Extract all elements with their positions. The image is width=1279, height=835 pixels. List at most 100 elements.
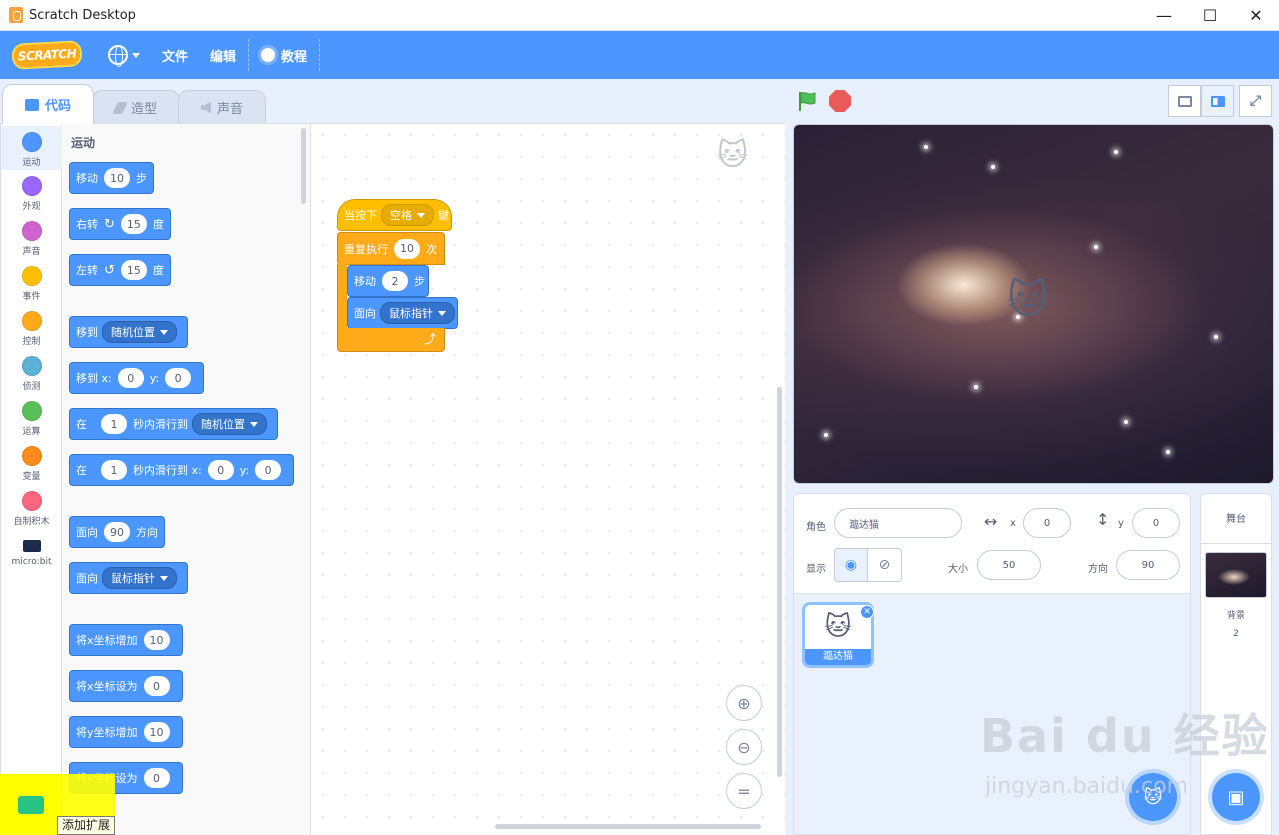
script-move-steps[interactable]: 移动 2 步 [347, 265, 429, 297]
block-point-direction[interactable]: 面向 90 方向 [69, 516, 165, 548]
close-button[interactable]: ✕ [1233, 0, 1279, 31]
tab-code[interactable]: 代码 [2, 84, 95, 124]
star [991, 165, 995, 169]
size-input[interactable]: 50 [977, 550, 1041, 580]
tab-sounds[interactable]: 声音 [178, 90, 267, 124]
palette-section-title: 运动 [71, 136, 96, 150]
looks-dot-icon [21, 176, 42, 196]
script-point-towards[interactable]: 面向 鼠标指针 [347, 297, 458, 329]
block-change-y[interactable]: 将y坐标增加 10 [69, 716, 183, 748]
x-input[interactable]: 0 [117, 368, 144, 388]
edit-menu[interactable]: 编辑 [200, 31, 248, 79]
category-my-blocks[interactable]: 自制积木 [1, 491, 62, 527]
block-text: 移动 [354, 275, 376, 288]
repeat-count-input[interactable]: 10 [394, 238, 420, 259]
show-sprite-button[interactable]: ◉ [834, 548, 868, 582]
scratch-logo[interactable]: SCRATCH [11, 40, 83, 70]
seconds-input[interactable]: 1 [101, 460, 127, 480]
delete-sprite-icon[interactable]: ✕ [860, 605, 874, 619]
steps-input[interactable]: 2 [382, 271, 408, 291]
glide-target-dropdown[interactable]: 随机位置 [192, 413, 267, 435]
maximize-button[interactable]: ☐ [1187, 0, 1233, 31]
fullscreen-button[interactable]: ⤢ [1239, 85, 1272, 117]
category-control[interactable]: 控制 [1, 311, 62, 347]
category-events[interactable]: 事件 [1, 266, 62, 302]
green-flag-icon[interactable] [796, 90, 818, 112]
block-text: 在 [76, 418, 87, 431]
choose-backdrop-button[interactable]: ▣ [1212, 773, 1260, 821]
zoom-reset-button[interactable]: = [726, 773, 762, 809]
editor-tabs: 代码 造型 声音 [0, 79, 267, 124]
category-looks[interactable]: 外观 [1, 176, 62, 212]
tab-costumes[interactable]: 造型 [92, 90, 181, 124]
y-set-input[interactable]: 0 [143, 768, 170, 788]
x-input[interactable]: 0 [1023, 508, 1071, 538]
zoom-out-button[interactable]: ⊖ [726, 729, 762, 765]
x-input[interactable]: 0 [207, 460, 234, 480]
motion-dot-icon [21, 132, 42, 152]
steps-input[interactable]: 10 [104, 168, 130, 188]
divider [1201, 543, 1271, 544]
direction-label: 方向 [1088, 564, 1108, 575]
direction-input[interactable]: 90 [1116, 550, 1180, 580]
category-sensing[interactable]: 侦测 [1, 356, 62, 392]
sensing-dot-icon [21, 356, 42, 376]
block-turn-left[interactable]: 左转 ↺ 15 度 [69, 254, 171, 286]
block-set-x[interactable]: 将x坐标设为 0 [69, 670, 183, 702]
block-text: 在 [76, 464, 87, 477]
y-change-input[interactable]: 10 [143, 722, 170, 742]
add-extension-button[interactable] [0, 774, 62, 835]
star [1114, 150, 1118, 154]
degrees-input[interactable]: 15 [120, 260, 147, 280]
y-input[interactable]: 0 [165, 368, 192, 388]
y-input[interactable]: 0 [255, 460, 282, 480]
x-set-input[interactable]: 0 [143, 676, 170, 696]
degrees-input[interactable]: 15 [120, 214, 147, 234]
stop-icon[interactable] [829, 90, 851, 112]
block-text: 移到 x: [76, 372, 112, 385]
key-dropdown[interactable]: 空格 [381, 204, 434, 226]
minimize-button[interactable]: — [1141, 0, 1187, 31]
add-extension-icon [18, 795, 44, 814]
block-text: 移到 [76, 326, 98, 339]
block-text: 面向 [76, 526, 98, 539]
file-menu[interactable]: 文件 [150, 31, 200, 79]
hide-sprite-button[interactable]: ⊘ [868, 548, 902, 582]
block-glide-to[interactable]: 在 1 秒内滑行到 随机位置 [69, 408, 278, 440]
category-sound[interactable]: 声音 [1, 221, 62, 257]
block-text: 度 [152, 218, 164, 231]
category-operators[interactable]: 运算 [1, 401, 62, 437]
category-microbit[interactable]: micro:bit [1, 536, 62, 567]
language-menu[interactable] [98, 31, 150, 79]
category-motion[interactable]: 运动 [1, 126, 62, 170]
block-goto-xy[interactable]: 移到 x: 0 y: 0 [69, 362, 205, 394]
cat-sprite[interactable]: 🐱 [1007, 277, 1049, 323]
seconds-input[interactable]: 1 [101, 414, 127, 434]
small-stage-button[interactable] [1168, 85, 1201, 117]
towards-target-dropdown[interactable]: 鼠标指针 [102, 567, 177, 589]
goto-target-dropdown[interactable]: 随机位置 [102, 321, 177, 343]
block-glide-xy[interactable]: 在 1 秒内滑行到 x: 0 y: 0 [69, 454, 295, 486]
palette-scrollbar[interactable] [301, 128, 306, 204]
script-repeat[interactable]: 重复执行 10 次 [337, 232, 445, 265]
direction-input[interactable]: 90 [104, 522, 130, 542]
tutorials-menu[interactable]: 教程 [249, 31, 319, 79]
large-stage-button[interactable] [1201, 85, 1234, 117]
fullscreen-icon: ⤢ [1249, 93, 1262, 109]
category-variables[interactable]: 变量 [1, 446, 62, 482]
block-turn-right[interactable]: 右转 ↻ 15 度 [69, 208, 171, 240]
canvas-vertical-scrollbar[interactable] [777, 387, 782, 777]
variables-dot-icon [21, 446, 42, 466]
block-point-towards[interactable]: 面向 鼠标指针 [69, 562, 188, 594]
sprite-name-input[interactable]: 瀶达猫 [834, 508, 962, 538]
stage[interactable]: 🐱 [793, 124, 1274, 484]
towards-dropdown[interactable]: 鼠标指针 [380, 302, 455, 324]
block-change-x[interactable]: 将x坐标增加 10 [69, 624, 183, 656]
block-goto[interactable]: 移到 随机位置 [69, 316, 188, 348]
script-when-key-pressed[interactable]: 当按下 空格 键 [337, 199, 452, 231]
y-input[interactable]: 0 [1132, 508, 1180, 538]
x-change-input[interactable]: 10 [143, 630, 170, 650]
zoom-in-button[interactable]: ⊕ [726, 685, 762, 721]
block-move-steps[interactable]: 移动 10 步 [69, 162, 154, 194]
canvas-horizontal-scrollbar[interactable] [495, 824, 761, 829]
